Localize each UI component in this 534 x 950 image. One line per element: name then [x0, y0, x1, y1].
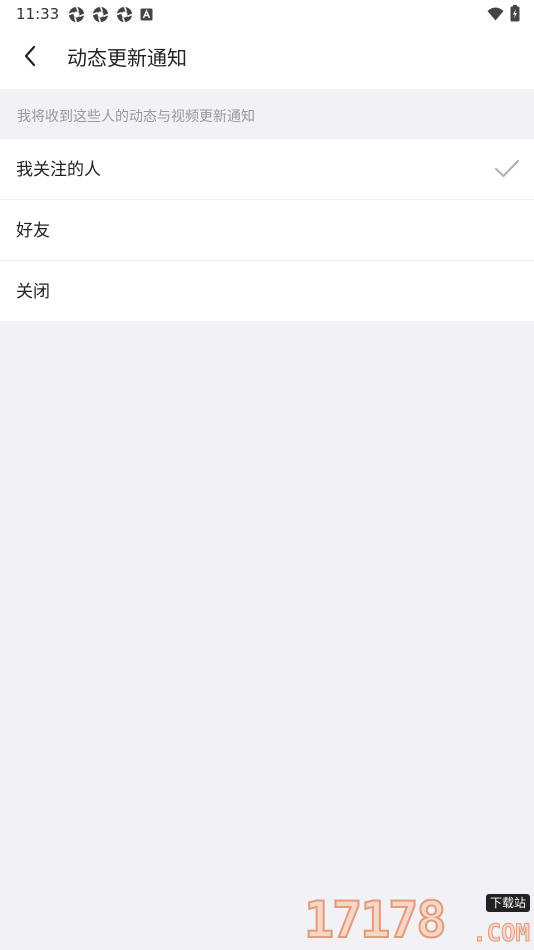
option-off[interactable]: 关闭: [0, 261, 534, 321]
option-label: 关闭: [16, 282, 50, 302]
watermark-domain: .COM: [472, 919, 531, 947]
aperture-icon: [68, 6, 85, 23]
status-time: 11:33: [16, 5, 60, 23]
aperture-icon: [116, 6, 133, 23]
chevron-left-icon: [23, 45, 37, 71]
status-bar: 11:33: [0, 0, 534, 28]
a-box-icon: [140, 8, 153, 21]
aperture-icon: [92, 6, 109, 23]
system-icons: [487, 5, 520, 26]
options-list: 我关注的人 好友 关闭: [0, 139, 534, 321]
option-following[interactable]: 我关注的人: [0, 139, 534, 200]
app-header: 动态更新通知: [0, 28, 534, 89]
option-label: 我关注的人: [16, 160, 101, 180]
check-icon: [494, 159, 520, 183]
option-friends[interactable]: 好友: [0, 200, 534, 261]
option-label: 好友: [16, 221, 50, 241]
page-title: 动态更新通知: [67, 46, 187, 70]
section-caption: 我将收到这些人的动态与视频更新通知: [17, 109, 255, 125]
battery-charging-icon: [510, 5, 520, 26]
watermark-badge: 下载站: [485, 894, 530, 912]
notification-icons: [68, 6, 153, 23]
watermark-logo: 17178 下载站 .COM: [303, 891, 531, 949]
back-button[interactable]: [12, 40, 48, 76]
watermark-digits: 17178: [303, 891, 448, 949]
wifi-icon: [487, 6, 504, 25]
